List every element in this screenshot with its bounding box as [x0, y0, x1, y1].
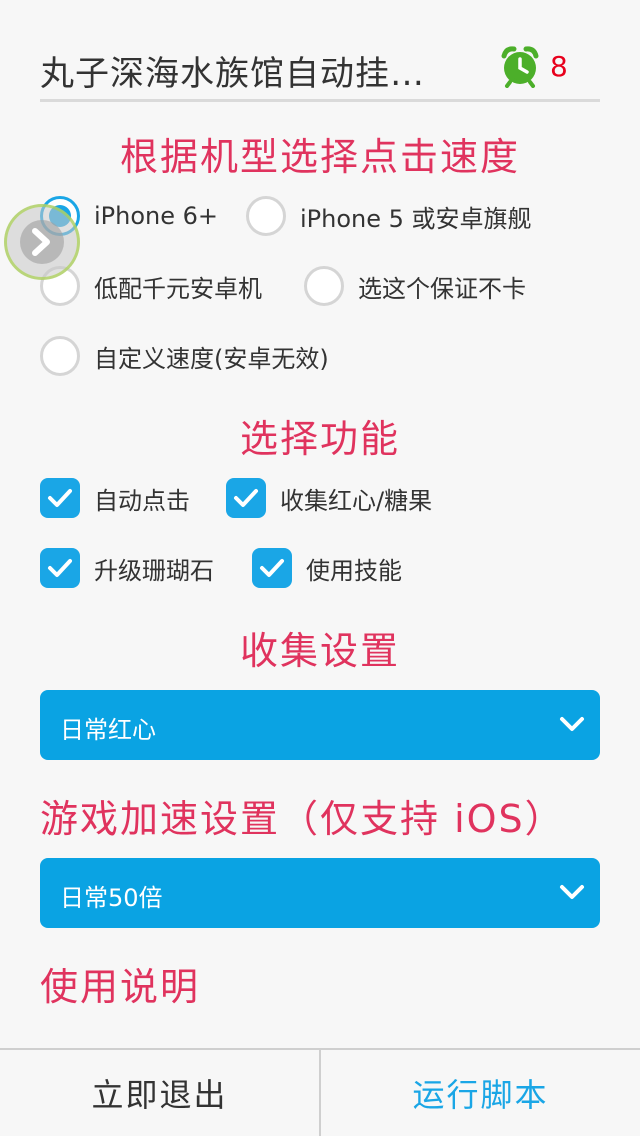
header: 丸子深海水族馆自动挂… 8	[40, 36, 600, 102]
checkbox-option-upgrade-coral[interactable]: 升级珊瑚石	[40, 548, 214, 588]
alarm-clock-icon[interactable]	[498, 44, 542, 88]
chevron-down-icon	[560, 717, 584, 731]
radio-button[interactable]	[40, 336, 80, 376]
checkmark-icon	[260, 559, 284, 577]
script-settings-screen: 丸子深海水族馆自动挂… 8 根据机型选择点击速度 iPhone 6+ iPhon…	[0, 0, 640, 1136]
alarm-count-badge: 8	[550, 50, 568, 83]
radio-option-custom-speed[interactable]: 自定义速度(安卓无效)	[40, 336, 329, 376]
checkmark-icon	[48, 489, 72, 507]
exit-button[interactable]: 立即退出	[0, 1050, 321, 1136]
radio-option-iphone5[interactable]: iPhone 5 或安卓旗舰	[246, 196, 532, 236]
checkbox-option-auto-click[interactable]: 自动点击	[40, 478, 190, 518]
checkbox-checked[interactable]	[252, 548, 292, 588]
accel-select[interactable]: 日常50倍	[40, 858, 600, 928]
feature-section-title: 选择功能	[239, 417, 400, 461]
radio-option-no-lag[interactable]: 选这个保证不卡	[304, 266, 526, 306]
radio-button[interactable]	[246, 196, 286, 236]
accel-section-title: 游戏加速设置（仅支持 iOS）	[40, 797, 565, 841]
radio-label: 自定义速度(安卓无效)	[94, 344, 329, 373]
help-section-title[interactable]: 使用说明	[40, 956, 600, 1011]
radio-label: iPhone 5 或安卓旗舰	[300, 204, 532, 233]
checkmark-icon	[48, 559, 72, 577]
bottom-action-bar: 立即退出 运行脚本	[0, 1048, 640, 1136]
checkbox-option-collect-hearts[interactable]: 收集红心/糖果	[226, 478, 432, 518]
radio-button[interactable]	[304, 266, 344, 306]
checkmark-icon	[234, 489, 258, 507]
accel-select-value: 日常50倍	[60, 884, 163, 912]
run-script-button[interactable]: 运行脚本	[321, 1050, 640, 1136]
speed-section-title: 根据机型选择点击速度	[119, 135, 520, 179]
checkbox-checked[interactable]	[40, 478, 80, 518]
checkbox-label: 使用技能	[306, 556, 402, 585]
checkbox-label: 收集红心/糖果	[280, 486, 433, 515]
radio-label: 选这个保证不卡	[358, 274, 526, 303]
radio-label: 低配千元安卓机	[94, 274, 262, 303]
page-title: 丸子深海水族馆自动挂…	[40, 54, 425, 94]
checkbox-label: 自动点击	[94, 486, 190, 515]
floating-assistant-button[interactable]	[4, 204, 80, 280]
checkbox-option-use-skills[interactable]: 使用技能	[252, 548, 402, 588]
collect-select-value: 日常红心	[60, 716, 156, 744]
chevron-down-icon	[560, 885, 584, 899]
checkbox-label: 升级珊瑚石	[94, 556, 214, 585]
checkbox-checked[interactable]	[226, 478, 266, 518]
collect-select[interactable]: 日常红心	[40, 690, 600, 760]
chevron-right-icon	[20, 220, 64, 264]
checkbox-checked[interactable]	[40, 548, 80, 588]
radio-label: iPhone 6+	[94, 202, 219, 230]
collect-section-title: 收集设置	[239, 629, 400, 673]
